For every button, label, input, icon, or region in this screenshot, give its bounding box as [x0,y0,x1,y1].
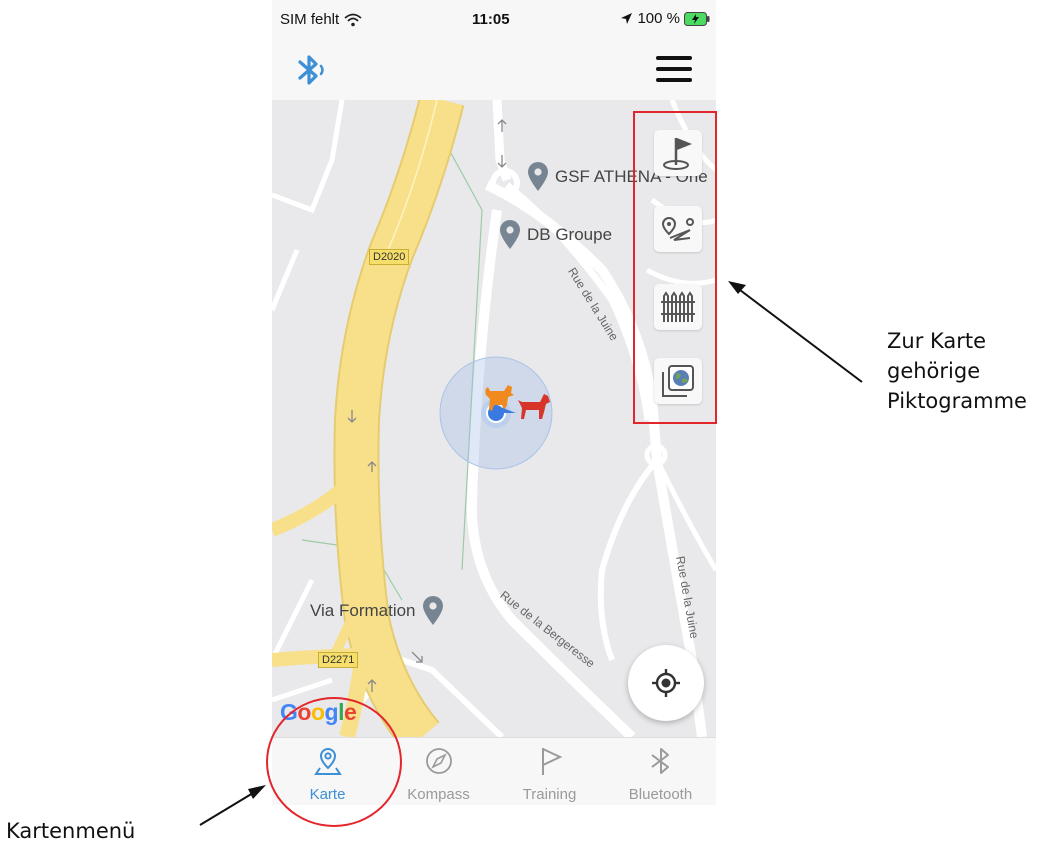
tab-bluetooth[interactable]: Bluetooth [605,738,716,805]
status-left: SIM fehlt [280,11,362,28]
crosshair-icon [652,669,680,697]
menu-annotation: Kartenmenü [6,819,136,843]
status-right: 100 % [620,10,710,27]
map-pin-icon [500,220,520,249]
poi-label: Via Formation [310,601,416,620]
status-bar: SIM fehlt 11:05 100 % [272,0,716,40]
status-time: 11:05 [472,11,510,28]
bluetooth-icon [651,748,669,774]
dog-orange-icon [485,385,516,413]
carrier-text: SIM fehlt [280,11,340,28]
road-shield-d2020: D2020 [369,249,410,265]
dog-red-icon [518,394,550,419]
pictograms-highlight-box [633,111,717,424]
bluetooth-icon[interactable] [294,52,334,88]
pictograms-annotation: Zur Karte gehörige Piktogramme [887,326,1027,416]
menu-icon[interactable] [656,54,692,84]
compass-icon [426,748,452,774]
poi-db-groupe[interactable]: DB Groupe [499,220,612,250]
poi-label: DB Groupe [527,225,613,244]
menu-highlight-circle [266,697,402,827]
app-bar [272,40,716,100]
tab-label: Bluetooth [628,786,693,803]
annotation-line: Piktogramme [887,389,1027,413]
my-location-button[interactable] [628,645,704,721]
battery-percent: 100 % [637,10,680,27]
road-shield-d2271: D2271 [318,652,359,668]
tab-label: Training [522,786,577,803]
tab-label: Kompass [407,786,470,803]
map-pin-icon [528,162,548,191]
tab-training[interactable]: Training [494,738,605,805]
battery-charging-icon [684,11,710,26]
map-pin-icon [422,596,443,625]
annotation-line: gehörige [887,359,981,383]
location-arrow-icon [621,13,633,24]
wifi-icon [344,13,362,26]
poi-via-formation[interactable]: Via Formation [310,596,444,626]
annotation-line: Zur Karte [887,329,987,353]
flag-icon [542,748,563,775]
